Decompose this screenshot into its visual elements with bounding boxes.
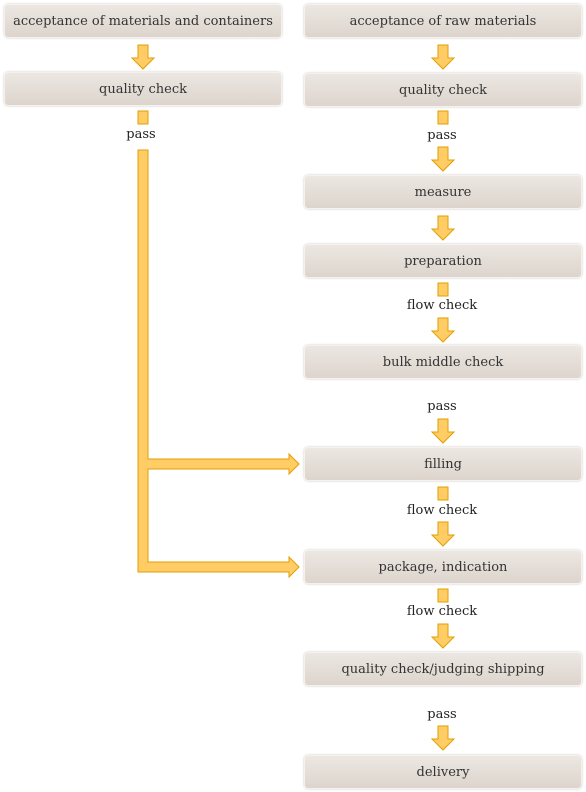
label-pass: pass bbox=[427, 399, 457, 414]
branch-connector bbox=[137, 149, 300, 579]
connector-stub bbox=[437, 110, 449, 125]
step-filling: filling bbox=[304, 447, 582, 481]
arrow-down bbox=[430, 317, 456, 343]
connector-stub bbox=[437, 282, 449, 297]
label-flow-check: flow check bbox=[406, 503, 478, 518]
step-package-indication: package, indication bbox=[304, 550, 582, 584]
arrow-down bbox=[430, 44, 456, 70]
step-measure: measure bbox=[304, 175, 582, 209]
step-acceptance-raw-materials: acceptance of raw materials bbox=[304, 4, 582, 38]
connector-stub bbox=[437, 486, 449, 501]
step-delivery: delivery bbox=[304, 755, 582, 789]
label-pass: pass bbox=[126, 127, 156, 142]
label-flow-check: flow check bbox=[406, 604, 478, 619]
step-bulk-middle-check: bulk middle check bbox=[304, 345, 582, 379]
arrow-down bbox=[430, 521, 456, 547]
label-flow-check: flow check bbox=[406, 298, 478, 313]
connector-stub bbox=[137, 110, 149, 125]
label-pass: pass bbox=[427, 128, 457, 143]
step-preparation: preparation bbox=[304, 244, 582, 278]
step-quality-check-judging-shipping: quality check/judging shipping bbox=[304, 652, 582, 686]
connector-stub bbox=[437, 588, 449, 603]
step-left-quality-check: quality check bbox=[4, 72, 282, 106]
arrow-down bbox=[130, 44, 156, 70]
arrow-down bbox=[430, 623, 456, 649]
arrow-down bbox=[430, 215, 456, 241]
arrow-down bbox=[430, 146, 456, 172]
arrow-down bbox=[430, 725, 456, 751]
label-pass: pass bbox=[427, 707, 457, 722]
step-quality-check: quality check bbox=[304, 73, 582, 107]
arrow-down bbox=[430, 418, 456, 444]
step-acceptance-materials-containers: acceptance of materials and containers bbox=[4, 4, 282, 38]
